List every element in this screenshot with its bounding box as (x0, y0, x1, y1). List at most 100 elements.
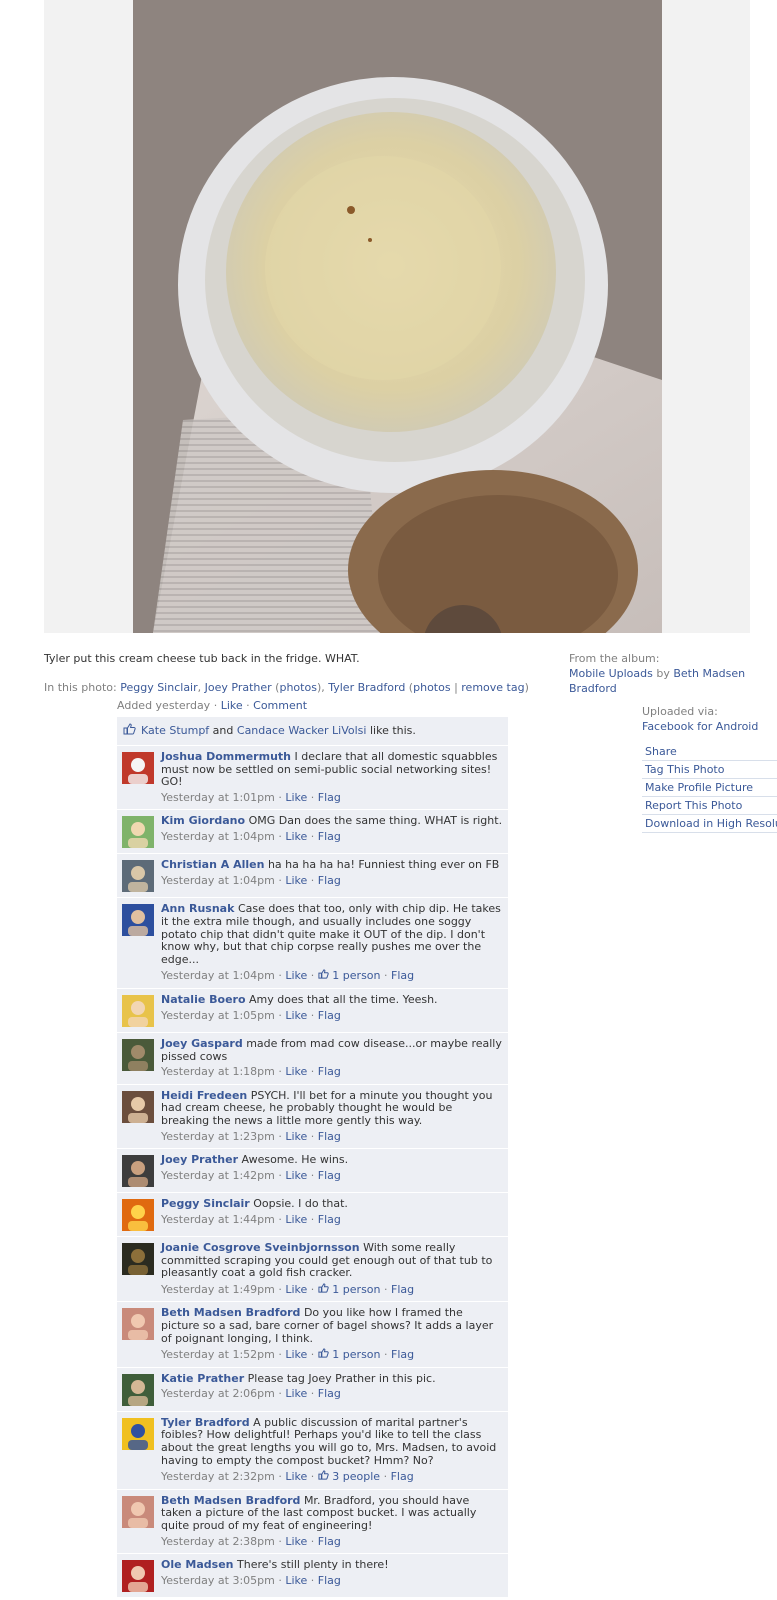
comment-like-link[interactable]: Like (285, 1348, 307, 1361)
avatar[interactable] (122, 1417, 154, 1450)
avatar[interactable] (122, 1038, 154, 1071)
comment-like-link[interactable]: Like (285, 1130, 307, 1143)
comment-timestamp: Yesterday at 2:38pm (161, 1534, 275, 1548)
download-high-res-link[interactable]: Download in High Resolution (642, 815, 777, 833)
avatar[interactable] (122, 1495, 154, 1528)
share-link[interactable]: Share (642, 743, 777, 761)
comment-flag-link[interactable]: Flag (391, 969, 414, 982)
comment-author-link[interactable]: Tyler Bradford (161, 1416, 250, 1429)
avatar[interactable] (122, 1243, 154, 1276)
avatar[interactable] (122, 904, 154, 937)
photo-comment-link[interactable]: Comment (253, 699, 307, 712)
comment-text: OMG Dan does the same thing. WHAT is rig… (248, 814, 503, 828)
comment-like-link[interactable]: Like (285, 1470, 307, 1483)
remove-tag-link[interactable]: remove tag (461, 681, 524, 694)
tagged-person-link[interactable]: Peggy Sinclair (120, 681, 197, 694)
comment-meta: Yesterday at 1:42pm · Like · Flag (161, 1168, 341, 1182)
comment-like-link[interactable]: Like (285, 1283, 307, 1296)
comment-author-link[interactable]: Katie Prather (161, 1372, 244, 1385)
comment-author-link[interactable]: Ole Madsen (161, 1558, 234, 1571)
avatar[interactable] (122, 994, 154, 1027)
comment-meta: Yesterday at 1:52pm · Like · 1 person · … (161, 1348, 415, 1362)
comment-like-link[interactable]: Like (285, 1535, 307, 1548)
comment-author-link[interactable]: Beth Madsen Bradford (161, 1306, 300, 1320)
comment-flag-link[interactable]: Flag (391, 1283, 414, 1296)
comment-author-link[interactable]: Joshua Dommermuth (161, 750, 291, 763)
avatar[interactable] (122, 1373, 154, 1406)
tag-photo-link[interactable]: Tag This Photo (642, 761, 777, 779)
photo[interactable] (133, 0, 662, 633)
comment-item: Natalie Boero Amy does that all the time… (117, 988, 508, 1033)
comment-like-link[interactable]: Like (285, 969, 307, 982)
comment-flag-link[interactable]: Flag (318, 874, 341, 887)
comment-meta: Yesterday at 2:06pm · Like · Flag (161, 1387, 341, 1401)
comment-flag-link[interactable]: Flag (391, 1348, 414, 1361)
comment-author-link[interactable]: Peggy Sinclair (161, 1197, 250, 1210)
comment-author-link[interactable]: Christian A Allen (161, 858, 264, 872)
comment-like-link[interactable]: Like (285, 791, 307, 804)
comment-text: Please tag Joey Prather in this pic. (247, 1371, 436, 1385)
comment-like-link[interactable]: Like (285, 1574, 307, 1587)
comment-likes-count-link[interactable]: 3 people (332, 1470, 380, 1483)
comment-like-link[interactable]: Like (285, 1009, 307, 1022)
comment-timestamp: Yesterday at 1:18pm (161, 1065, 275, 1079)
comment-like-link[interactable]: Like (285, 1387, 307, 1401)
comment-likes-count-link[interactable]: 1 person (332, 969, 380, 982)
person-photos-link[interactable]: photos (279, 681, 316, 694)
comment-author-link[interactable]: Heidi Fredeen (161, 1089, 247, 1102)
comment-flag-link[interactable]: Flag (318, 1574, 341, 1587)
comment-item: Ole Madsen There's still plenty in there… (117, 1554, 508, 1599)
photo-like-link[interactable]: Like (221, 699, 243, 712)
avatar[interactable] (122, 1308, 154, 1341)
avatar[interactable] (122, 860, 154, 893)
comment-flag-link[interactable]: Flag (318, 830, 341, 843)
comment-author-link[interactable]: Joanie Cosgrove Sveinbjornsson (161, 1241, 360, 1254)
avatar[interactable] (122, 1560, 154, 1593)
comment-flag-link[interactable]: Flag (318, 1213, 341, 1226)
comment-author-link[interactable]: Beth Madsen Bradford (161, 1494, 300, 1507)
report-photo-link[interactable]: Report This Photo (642, 797, 777, 815)
comment-flag-link[interactable]: Flag (318, 1169, 341, 1182)
comment-flag-link[interactable]: Flag (318, 1535, 341, 1548)
avatar[interactable] (122, 816, 154, 849)
upload-app-link[interactable]: Facebook for Android (642, 719, 777, 734)
liker-link[interactable]: Candace Wacker LiVolsi (237, 724, 367, 737)
comment-flag-link[interactable]: Flag (318, 1009, 341, 1022)
comment-author-link[interactable]: Kim Giordano (161, 814, 245, 828)
comment-like-link[interactable]: Like (285, 874, 307, 887)
comment-like-link[interactable]: Like (285, 1169, 307, 1182)
thumbs-up-icon (318, 1470, 329, 1484)
comment-likes-count-link[interactable]: 1 person (332, 1348, 380, 1361)
comment-like-link[interactable]: Like (285, 1213, 307, 1226)
comment-like-link[interactable]: Like (285, 830, 307, 843)
comment-body: Joey Gaspard made from mad cow disease..… (161, 1037, 503, 1079)
avatar[interactable] (122, 1199, 154, 1232)
comment-meta: Yesterday at 1:01pm · Like · Flag (161, 790, 341, 804)
added-line: Added yesterday · Like · Comment (117, 699, 308, 712)
comment-like-link[interactable]: Like (285, 1065, 307, 1078)
liker-link[interactable]: Kate Stumpf (141, 724, 209, 737)
tagged-person-link[interactable]: Joey Prather (205, 681, 272, 694)
comment-body: Joey Prather Awesome. He wins. Yesterday … (161, 1153, 503, 1187)
tagged-person-link[interactable]: Tyler Bradford (328, 681, 405, 694)
comment-meta: Yesterday at 1:23pm · Like · Flag (161, 1129, 341, 1143)
comment-body: Joanie Cosgrove Sveinbjornsson With some… (161, 1241, 503, 1296)
likes-bar: Kate Stumpf and Candace Wacker LiVolsi l… (117, 717, 508, 746)
comment-author-link[interactable]: Ann Rusnak (161, 902, 234, 916)
comment-author-link[interactable]: Joey Prather (161, 1153, 238, 1166)
make-profile-picture-link[interactable]: Make Profile Picture (642, 779, 777, 797)
comment-flag-link[interactable]: Flag (318, 1387, 341, 1401)
comment-likes-count-link[interactable]: 1 person (332, 1283, 380, 1296)
avatar[interactable] (122, 752, 154, 784)
comment-flag-link[interactable]: Flag (318, 1130, 341, 1143)
comment-flag-link[interactable]: Flag (318, 1065, 341, 1078)
person-photos-link[interactable]: photos (413, 681, 450, 694)
comment-author-link[interactable]: Natalie Boero (161, 993, 246, 1006)
avatar[interactable] (122, 1155, 154, 1188)
comment-flag-link[interactable]: Flag (391, 1470, 414, 1483)
avatar[interactable] (122, 1090, 154, 1123)
album-link[interactable]: Mobile Uploads (569, 667, 653, 680)
comment-author-link[interactable]: Joey Gaspard (161, 1037, 243, 1050)
comment-text: Amy does that all the time. Yeesh. (249, 992, 438, 1006)
comment-flag-link[interactable]: Flag (318, 791, 341, 804)
